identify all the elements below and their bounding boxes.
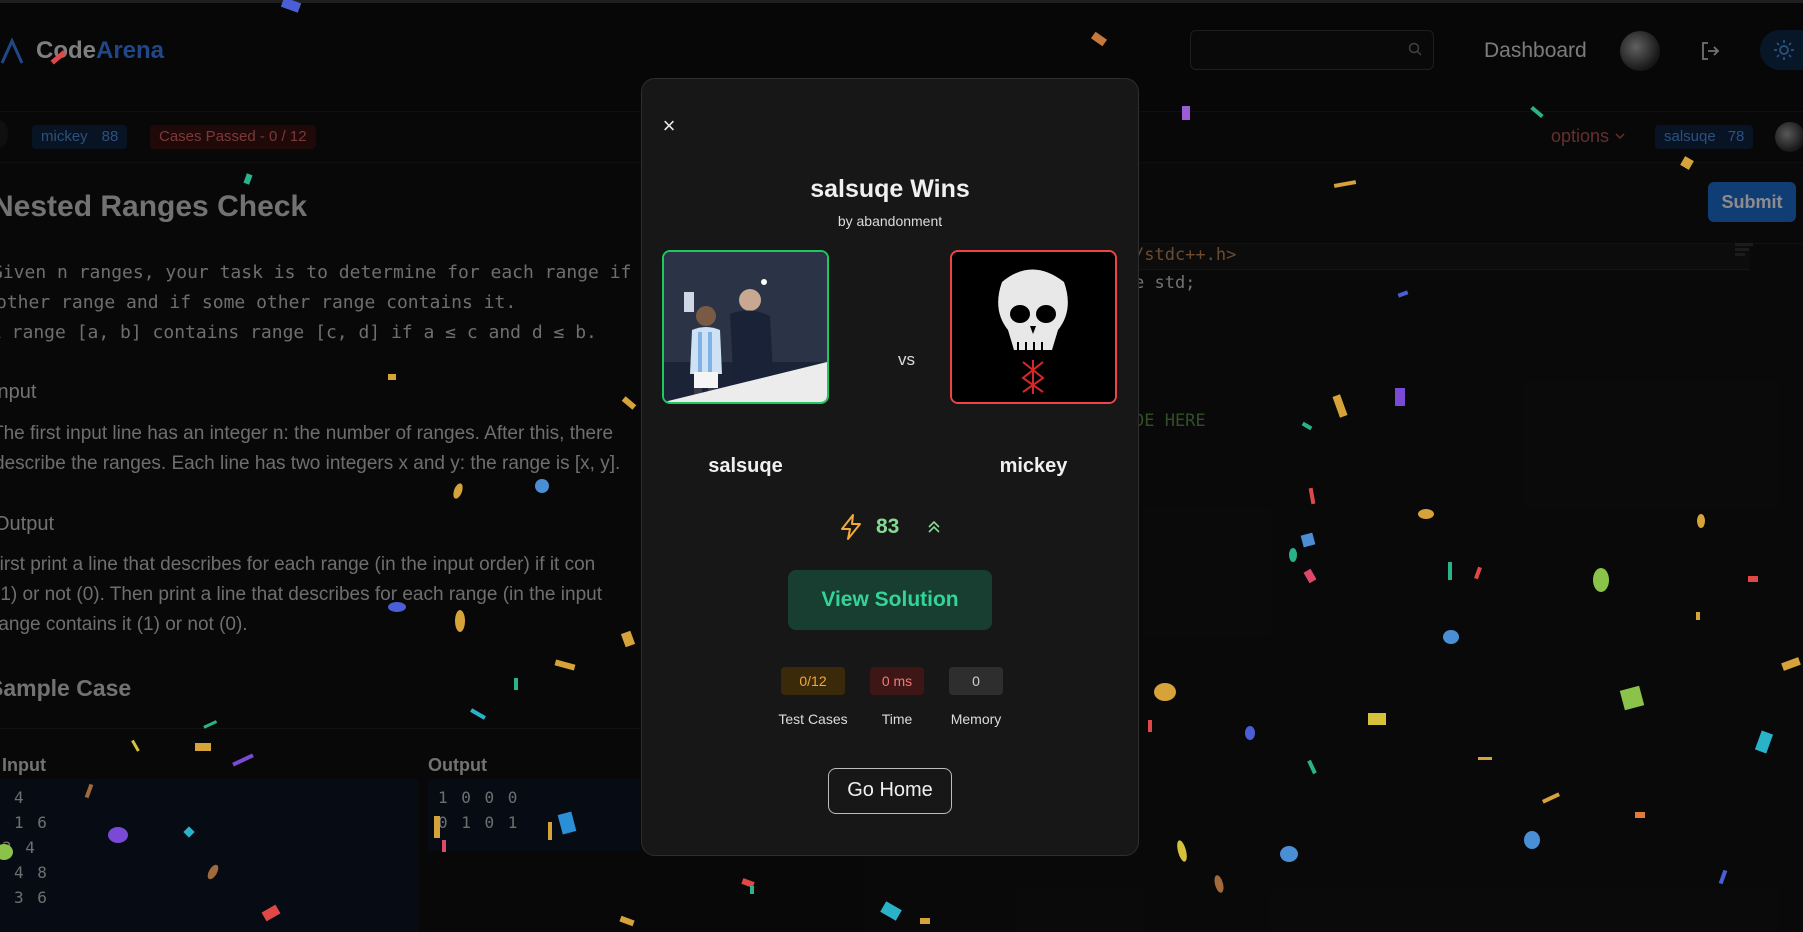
test-cases-value: 0/12 (781, 667, 845, 695)
view-solution-button[interactable]: View Solution (788, 570, 992, 630)
result-subtitle-prefix: by (837, 213, 853, 229)
result-reason: abandonment (856, 213, 943, 229)
close-icon[interactable]: × (658, 115, 680, 137)
match-result-modal: × salsuqe Wins by abandonment vs salsuqe… (641, 78, 1139, 856)
memory-label: Memory (950, 711, 1002, 727)
winner-avatar (662, 250, 829, 404)
lightning-bolt-icon (841, 514, 861, 540)
rating-change: 83 (642, 513, 1138, 543)
test-cases-label: Test Cases (778, 711, 848, 727)
result-subtitle: by abandonment (642, 213, 1138, 229)
time-label: Time (881, 711, 913, 727)
rating-value: 83 (876, 515, 900, 538)
loser-avatar (950, 250, 1117, 404)
time-value: 0 ms (870, 667, 924, 695)
winner-name: salsuqe (708, 455, 783, 477)
double-chevron-up-icon (928, 520, 940, 533)
loser-name: mickey (999, 455, 1068, 477)
winner-photo (664, 252, 827, 402)
result-title: salsuqe Wins (810, 175, 970, 203)
loser-photo (952, 252, 1115, 402)
go-home-button[interactable]: Go Home (828, 768, 952, 814)
memory-value: 0 (949, 667, 1003, 695)
